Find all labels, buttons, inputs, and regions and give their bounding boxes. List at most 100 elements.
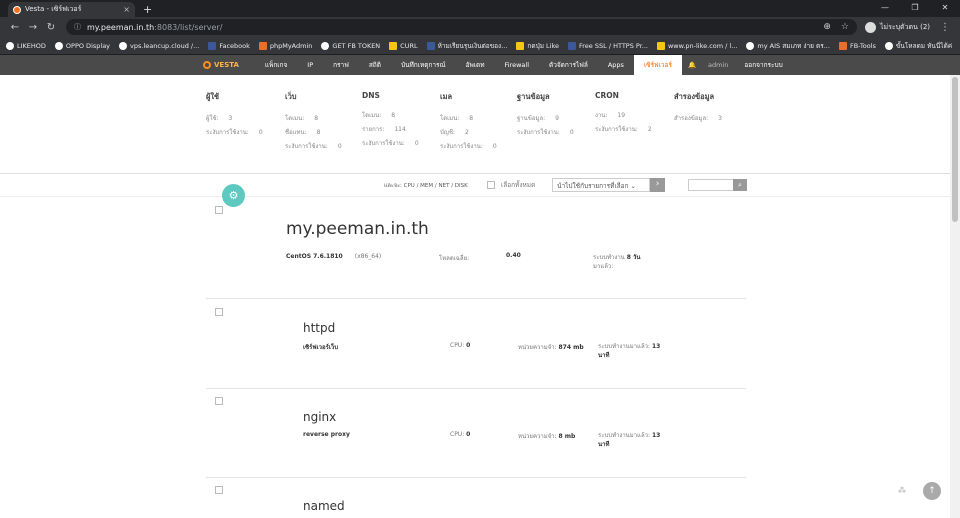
- service-row: httpd เซิร์ฟเวอร์เว็บ CPU: 0 หน่วยความจำ…: [206, 299, 746, 389]
- bookmark-item[interactable]: Free SSL / HTTPS Pr...: [568, 41, 648, 50]
- sort-by-link[interactable]: และจะ: CPU / MEM / NET / DISK: [384, 182, 468, 190]
- tab-title: Vesta - เซิร์ฟเวอร์: [25, 5, 82, 13]
- bookmark-item[interactable]: my AIS สมเภท ง่าย ตร...: [746, 41, 830, 51]
- menu-icon[interactable]: ⋮: [936, 22, 954, 33]
- profile-name: ไม่ระบุตัวตน (2): [879, 22, 930, 31]
- zoom-icon[interactable]: ⊕: [823, 22, 831, 32]
- url-input[interactable]: ⓘ my.peeman.in.th :8083/list/server/ ⊕ ☆: [66, 19, 857, 35]
- nav-item-updates[interactable]: อัพเดท: [456, 55, 495, 75]
- service-name[interactable]: httpd: [303, 321, 335, 335]
- vesta-logo[interactable]: VESTA: [203, 61, 239, 69]
- row-checkbox[interactable]: [215, 486, 223, 494]
- os-name: CentOS 7.6.1810: [286, 253, 343, 260]
- vesta-favicon-icon: [13, 5, 21, 14]
- nav-item-firewall[interactable]: Firewall: [494, 55, 539, 75]
- stat-cron[interactable]: CRON งาน: 19 ระงับการใช้งาน: 2: [595, 91, 652, 138]
- vesta-top-nav: VESTA แพ็กเกจ IP กราฟ สถิติ บันทึกเหตุกา…: [0, 55, 960, 75]
- apply-button[interactable]: ›: [650, 178, 665, 192]
- star-icon[interactable]: ☆: [841, 22, 849, 32]
- bookmark-item[interactable]: ห้ามเรียนรุนเงินต่อของ...: [426, 41, 507, 51]
- nav-item-graphs[interactable]: กราฟ: [323, 55, 359, 75]
- scroll-top-icon[interactable]: ↑: [923, 482, 941, 500]
- globe-icon: [119, 41, 128, 50]
- mem-value: 8 mb: [558, 433, 576, 440]
- minimize-icon[interactable]: —: [870, 0, 900, 15]
- service-name[interactable]: nginx: [303, 410, 336, 424]
- stat-databases[interactable]: ฐานข้อมูล ฐานข้อมูล: 9 ระงับการใช้งาน: 0: [517, 91, 574, 141]
- select-all[interactable]: เลือกทั้งหมด: [487, 180, 535, 190]
- service-row: nginx reverse proxy CPU: 0 หน่วยความจำ: …: [206, 388, 746, 478]
- vesta-logo-icon: [203, 61, 211, 69]
- bookmark-item[interactable]: GET FB TOKEN: [321, 41, 380, 50]
- load-label: โหลดเฉลี่ย:: [439, 255, 470, 262]
- service-name[interactable]: named: [303, 499, 345, 513]
- nav-item-stats[interactable]: สถิติ: [359, 55, 391, 75]
- nav-item-packages[interactable]: แพ็กเกจ: [255, 55, 297, 75]
- tools-icon: [838, 41, 847, 50]
- nav-item-apps[interactable]: Apps: [598, 55, 634, 75]
- bookmark-item[interactable]: Facebook: [208, 41, 250, 50]
- bookmark-item[interactable]: FB-Tools: [838, 41, 876, 50]
- bulk-action-select[interactable]: นำไปใช้กับรายการที่เลือก ⌄: [552, 178, 650, 192]
- facebook-icon: [208, 41, 217, 50]
- bookmark-item[interactable]: LIKEHOD: [6, 41, 46, 50]
- stat-backups[interactable]: สำรองข้อมูล สำรองข้อมูล: 3: [674, 91, 722, 127]
- stat-web[interactable]: เว็บ โดเมน: 8 ชื่อแทน: 8 ระงับการใช้งาน: 0: [285, 91, 342, 155]
- folder-icon: [389, 41, 398, 50]
- facebook-icon: [426, 41, 435, 50]
- bookmark-item[interactable]: CURL: [389, 41, 418, 50]
- scrollbar[interactable]: [950, 75, 960, 518]
- tab-close-icon[interactable]: ×: [123, 5, 130, 14]
- row-checkbox[interactable]: [215, 308, 223, 316]
- os-arch: (x86_64): [354, 253, 382, 260]
- stat-mail[interactable]: เมล โดเมน: 8 บัญชี: 2 ระงับการใช้งาน: 0: [440, 91, 497, 155]
- stats-panel: ผู้ใช้ ผู้ใช้: 3 ระงับการใช้งาน: 0 เว็บ โด…: [0, 91, 950, 173]
- restore-icon[interactable]: ❐: [900, 0, 930, 15]
- shortcuts-icon[interactable]: ⁂: [898, 486, 906, 495]
- bookmark-item[interactable]: vps.leancup.cloud /...: [119, 41, 199, 50]
- nav-item-server[interactable]: เซิร์ฟเวอร์: [633, 55, 682, 75]
- forward-icon[interactable]: →: [24, 22, 42, 33]
- service-desc: reverse proxy: [303, 431, 350, 438]
- reload-icon[interactable]: ↻: [42, 22, 60, 33]
- bookmarks-bar: LIKEHOD OPPO Display vps.leancup.cloud /…: [0, 37, 960, 55]
- nav-item-ip[interactable]: IP: [297, 55, 323, 75]
- nav-item-log[interactable]: บันทึกเหตุการณ์: [391, 55, 456, 75]
- folder-icon: [516, 41, 525, 50]
- close-window-icon[interactable]: ✕: [930, 0, 960, 15]
- logout-link[interactable]: ออกจากระบบ: [734, 55, 792, 75]
- browser-tab[interactable]: Vesta - เซิร์ฟเวอร์ ×: [8, 2, 135, 17]
- back-icon[interactable]: ←: [6, 22, 24, 33]
- bookmark-item[interactable]: OPPO Display: [54, 41, 110, 50]
- bell-icon[interactable]: 🔔: [682, 61, 702, 69]
- nav-item-file-manager[interactable]: ตัวจัดการไฟล์: [539, 55, 598, 75]
- gear-icon[interactable]: ⚙: [222, 184, 245, 207]
- facebook-icon: [568, 41, 577, 50]
- server-row: my.peeman.in.th CentOS 7.6.1810 (x86_64) …: [206, 197, 746, 299]
- load-value: 0.40: [506, 252, 521, 259]
- server-name[interactable]: my.peeman.in.th: [286, 219, 429, 239]
- row-checkbox[interactable]: [215, 206, 223, 214]
- row-checkbox[interactable]: [215, 397, 223, 405]
- stat-users[interactable]: ผู้ใช้ ผู้ใช้: 3 ระงับการใช้งาน: 0: [206, 91, 263, 141]
- mem-value: 874 mb: [558, 344, 584, 351]
- stat-dns[interactable]: DNS โดเมน: 8 รายการ: 114 ระงับการใช้งาน: 0: [362, 91, 419, 152]
- window-controls: — ❐ ✕: [870, 0, 960, 15]
- bookmark-item[interactable]: www.pn-like.com / l...: [656, 41, 737, 50]
- search-input[interactable]: [688, 179, 734, 191]
- globe-icon: [321, 41, 330, 50]
- info-icon[interactable]: ⓘ: [74, 22, 81, 32]
- bookmark-item[interactable]: phpMyAdmin: [258, 41, 312, 50]
- search-icon[interactable]: ⌕: [733, 179, 747, 191]
- profile-button[interactable]: ไม่ระบุตัวตน (2): [864, 21, 930, 33]
- list-toolbar: และจะ: CPU / MEM / NET / DISK เลือกทั้งห…: [0, 173, 950, 197]
- cpu-value: 0: [466, 431, 471, 438]
- bookmark-item[interactable]: กดปุ่ม Like: [516, 41, 559, 51]
- bookmark-item[interactable]: ขั้นโหลดม หันนี่ได้ค่: [884, 41, 952, 51]
- user-link[interactable]: admin: [702, 61, 734, 69]
- select-all-checkbox[interactable]: [487, 181, 495, 189]
- scrollbar-thumb[interactable]: [952, 77, 958, 222]
- new-tab-button[interactable]: +: [143, 3, 152, 16]
- url-host: my.peeman.in.th: [87, 22, 155, 32]
- browser-tab-bar: Vesta - เซิร์ฟเวอร์ × + — ❐ ✕: [0, 0, 960, 17]
